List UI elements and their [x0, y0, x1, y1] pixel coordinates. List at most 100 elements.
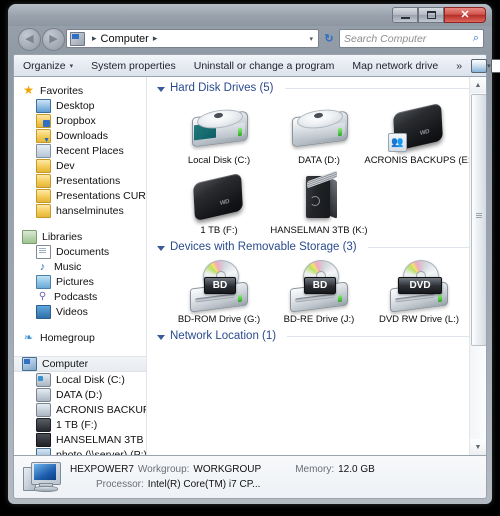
sidebar-item-photo-server-p[interactable]: photo (\\server) (P:) — [14, 447, 146, 455]
refresh-button[interactable]: ↻ — [321, 30, 337, 47]
organize-label: Organize — [23, 59, 66, 72]
section-header-network-location[interactable]: Network Location (1) — [147, 325, 486, 344]
file-list-pane[interactable]: Hard Disk Drives (5) Local Disk (C:) DAT… — [147, 77, 486, 455]
music-icon: ♪ — [39, 260, 46, 273]
sidebar-item-local-disk-c[interactable]: Local Disk (C:) — [14, 372, 146, 387]
sidebar-item-hanselminutes[interactable]: hanselminutes — [14, 203, 146, 218]
nav-group-homegroup: ❧ Homegroup — [14, 330, 146, 345]
sidebar-item-presentations[interactable]: Presentations — [14, 173, 146, 188]
star-icon: ★ — [23, 82, 34, 97]
desktop-icon — [36, 98, 51, 113]
videos-icon — [36, 304, 51, 319]
sidebar-item-acronis-backups-e[interactable]: ACRONIS BACKUPS (E:) — [14, 402, 146, 417]
section-header-hard-disk-drives[interactable]: Hard Disk Drives (5) — [147, 77, 486, 96]
forward-button[interactable]: ▶ — [42, 28, 65, 51]
search-input[interactable]: Search Computer ⌕ — [339, 29, 484, 48]
close-button[interactable]: ✕ — [444, 7, 486, 23]
drive-item-acronis-backups-e[interactable]: WD 👥 ACRONIS BACKUPS (E:) — [364, 100, 474, 166]
drive-item-local-disk-c[interactable]: Local Disk (C:) — [169, 100, 269, 166]
sidebar-item-1tb-f[interactable]: 1 TB (F:) — [14, 417, 146, 432]
breadcrumb-separator-icon-2[interactable]: ▸ — [153, 33, 158, 44]
sidebar-item-libraries[interactable]: Libraries — [14, 229, 146, 244]
sidebar-label: Local Disk (C:) — [56, 373, 125, 386]
sidebar-label: Presentations CURRENT — [56, 189, 146, 202]
sidebar-label: Dev — [56, 159, 75, 172]
collapse-triangle-icon[interactable] — [157, 245, 165, 251]
address-bar[interactable]: ▸ Computer ▸ ▾ — [66, 29, 319, 48]
computer-icon — [70, 31, 85, 46]
explorer-window: ✕ ◀ ▶ ▾ ▸ Computer ▸ ▾ ↻ Search Computer — [8, 4, 500, 504]
uninstall-program-button[interactable]: Uninstall or change a program — [185, 60, 344, 72]
section-items-row-3: BD BD-ROM Drive (G:) BD BD-RE Drive (J:) — [147, 255, 486, 325]
sidebar-item-presentations-current[interactable]: Presentations CURRENT — [14, 188, 146, 203]
collapse-triangle-icon[interactable] — [157, 86, 165, 92]
section-header-removable-storage[interactable]: Devices with Removable Storage (3) — [147, 236, 486, 255]
drive-item-hanselman-3tb-k[interactable]: HANSELMAN 3TB (K:) — [269, 170, 369, 236]
sidebar-item-computer[interactable]: Computer — [14, 356, 146, 372]
sidebar-item-recent-places[interactable]: Recent Places — [14, 143, 146, 158]
scrollbar-thumb[interactable] — [471, 94, 486, 346]
drive-item-dvd-rw-l[interactable]: DVD DVD RW Drive (L:) — [369, 259, 469, 325]
organize-button[interactable]: Organize ▾ — [14, 60, 82, 72]
section-divider — [367, 246, 476, 248]
scroll-up-button[interactable]: ▲ — [470, 77, 486, 93]
media-badge: BD — [304, 277, 336, 294]
sidebar-item-music[interactable]: ♪ Music — [14, 259, 146, 274]
minimize-button[interactable] — [392, 7, 418, 23]
drive-item-1tb-f[interactable]: WD 1 TB (F:) — [169, 170, 269, 236]
sidebar-item-videos[interactable]: Videos — [14, 304, 146, 319]
section-title: Devices with Removable Storage (3) — [170, 241, 357, 253]
drive-item-bd-re-j[interactable]: BD BD-RE Drive (J:) — [269, 259, 369, 325]
sidebar-label: Dropbox — [56, 114, 96, 127]
sidebar-item-homegroup[interactable]: ❧ Homegroup — [14, 330, 146, 345]
preview-pane-button[interactable] — [490, 58, 500, 73]
sidebar-item-dev[interactable]: Dev — [14, 158, 146, 173]
view-icon — [471, 58, 488, 73]
optical-drive-icon: BD — [288, 259, 350, 313]
minimize-icon — [400, 17, 410, 19]
computer-name: HEXPOWER7 — [70, 464, 134, 475]
sidebar-item-favorites[interactable]: ★ Favorites — [14, 83, 146, 98]
processor-label: Processor: — [96, 479, 144, 490]
workgroup-label: Workgroup: — [137, 464, 190, 475]
chevron-down-icon[interactable]: ▾ — [309, 35, 316, 43]
sidebar-item-podcasts[interactable]: ⚲ Podcasts — [14, 289, 146, 304]
drive-item-data-d[interactable]: DATA (D:) — [269, 100, 369, 166]
scroll-down-button[interactable]: ▼ — [470, 439, 486, 455]
nav-group-libraries: Libraries Documents ♪ Music Pictures ⚲ P… — [14, 229, 146, 319]
toolbar-overflow-button[interactable]: » — [447, 60, 471, 72]
computer-icon — [22, 357, 37, 371]
maximize-button[interactable] — [418, 7, 444, 23]
map-network-drive-button[interactable]: Map network drive — [343, 60, 447, 72]
sidebar-item-documents[interactable]: Documents — [14, 244, 146, 259]
vertical-scrollbar[interactable]: ▲ ▼ — [469, 77, 486, 455]
hard-drive-windows-icon — [188, 100, 250, 152]
sidebar-item-desktop[interactable]: Desktop — [14, 98, 146, 113]
change-view-button[interactable] — [471, 58, 488, 73]
drive-item-bd-rom-g[interactable]: BD BD-ROM Drive (G:) — [169, 259, 269, 325]
sidebar-item-pictures[interactable]: Pictures — [14, 274, 146, 289]
sidebar-item-hanselman-3tb-k[interactable]: HANSELMAN 3TB (K:) — [14, 432, 146, 447]
sidebar-item-data-d[interactable]: DATA (D:) — [14, 387, 146, 402]
sidebar-item-downloads[interactable]: Downloads — [14, 128, 146, 144]
folder-icon — [36, 158, 51, 173]
sidebar-label: Music — [54, 260, 82, 273]
back-button[interactable]: ◀ — [18, 28, 41, 51]
section-title: Hard Disk Drives (5) — [170, 82, 274, 94]
collapse-triangle-icon[interactable] — [157, 334, 165, 340]
sidebar-label: DATA (D:) — [56, 388, 103, 401]
sidebar-item-dropbox[interactable]: Dropbox — [14, 113, 146, 128]
system-properties-button[interactable]: System properties — [82, 60, 185, 72]
folder-icon — [36, 188, 51, 203]
libraries-icon — [22, 229, 37, 244]
maximize-icon — [426, 11, 436, 19]
sidebar-label: Documents — [56, 245, 110, 258]
portable-drive-icon — [36, 417, 51, 432]
sidebar-label: Libraries — [42, 230, 83, 243]
breadcrumb-computer[interactable]: Computer — [101, 33, 149, 45]
navigation-pane[interactable]: ★ Favorites Desktop Dropbox Downloads — [14, 77, 147, 455]
close-icon: ✕ — [460, 8, 470, 21]
section-title: Network Location (1) — [170, 330, 277, 342]
